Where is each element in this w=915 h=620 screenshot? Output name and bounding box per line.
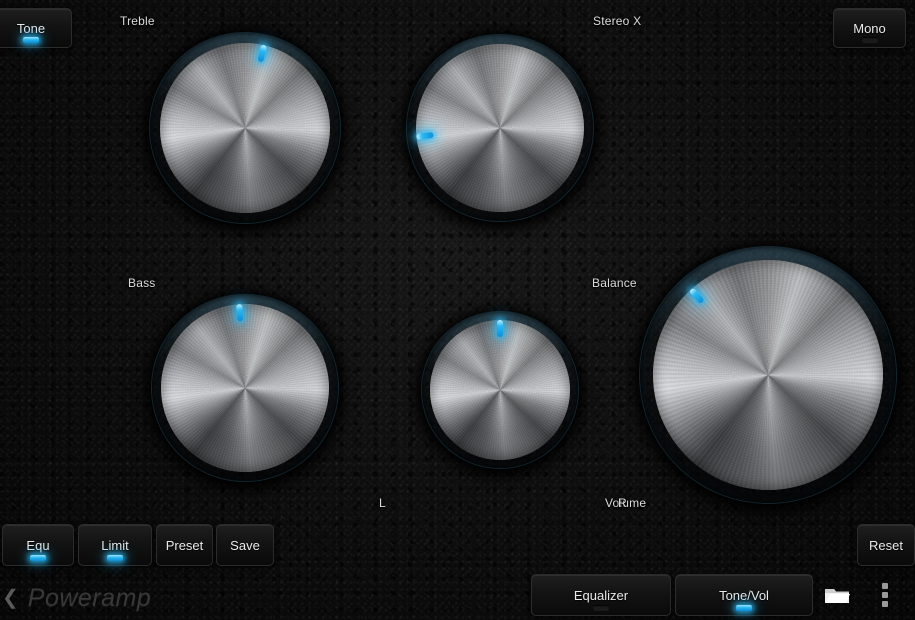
limit-led-indicator — [107, 555, 123, 561]
tab-equalizer-led-indicator — [593, 605, 609, 611]
poweramp-wordmark: Poweramp — [27, 583, 152, 612]
bass-knob-label: Bass — [128, 276, 156, 290]
folder-icon[interactable] — [824, 585, 850, 605]
save-button[interactable]: Save — [216, 524, 274, 566]
knob-pointer — [422, 312, 578, 468]
tab-tone-vol-led-indicator — [736, 605, 752, 611]
knob-pointer — [146, 289, 345, 488]
volume-knob[interactable] — [640, 247, 896, 503]
equ-label: Equ — [26, 537, 50, 553]
poweramp-home-button[interactable]: ❮ Poweramp — [0, 576, 300, 620]
equ-led-indicator — [30, 555, 46, 561]
overflow-dot — [882, 601, 888, 607]
stereo-x-knob-label: Stereo X — [593, 14, 642, 28]
equ-button[interactable]: Equ — [2, 524, 74, 566]
knob-pointer — [398, 26, 602, 230]
preset-button[interactable]: Preset — [156, 524, 213, 566]
tone-toggle-label: Tone — [16, 20, 46, 36]
overflow-dot — [882, 592, 888, 598]
mono-toggle-label: Mono — [853, 20, 886, 36]
treble-knob-label: Treble — [120, 14, 155, 28]
limit-label: Limit — [101, 537, 129, 553]
mono-led-indicator — [861, 37, 878, 43]
tab-tone-vol[interactable]: Tone/Vol — [675, 574, 813, 616]
tab-tone-vol-label: Tone/Vol — [719, 587, 769, 603]
balance-knob-label: Balance — [592, 276, 637, 290]
save-label: Save — [230, 537, 260, 553]
reset-button[interactable]: Reset — [857, 524, 915, 566]
overflow-menu-icon[interactable] — [882, 583, 888, 607]
preset-label: Preset — [165, 537, 204, 553]
reset-label: Reset — [869, 537, 903, 553]
balance-left-label: L — [379, 496, 386, 510]
tab-equalizer-label: Equalizer — [573, 587, 629, 603]
tone-led-indicator — [23, 37, 39, 43]
treble-knob[interactable] — [150, 33, 340, 223]
tab-equalizer[interactable]: Equalizer — [531, 574, 671, 616]
tone-toggle-button[interactable]: Tone — [0, 8, 72, 48]
balance-knob[interactable] — [422, 312, 578, 468]
stereo-x-knob[interactable] — [407, 35, 593, 221]
limit-button[interactable]: Limit — [78, 524, 152, 566]
overflow-dot — [882, 583, 888, 589]
chevron-left-icon: ❮ — [2, 587, 19, 609]
mono-toggle-button[interactable]: Mono — [833, 8, 906, 48]
bass-knob[interactable] — [152, 295, 338, 481]
balance-right-label: R — [618, 496, 627, 510]
